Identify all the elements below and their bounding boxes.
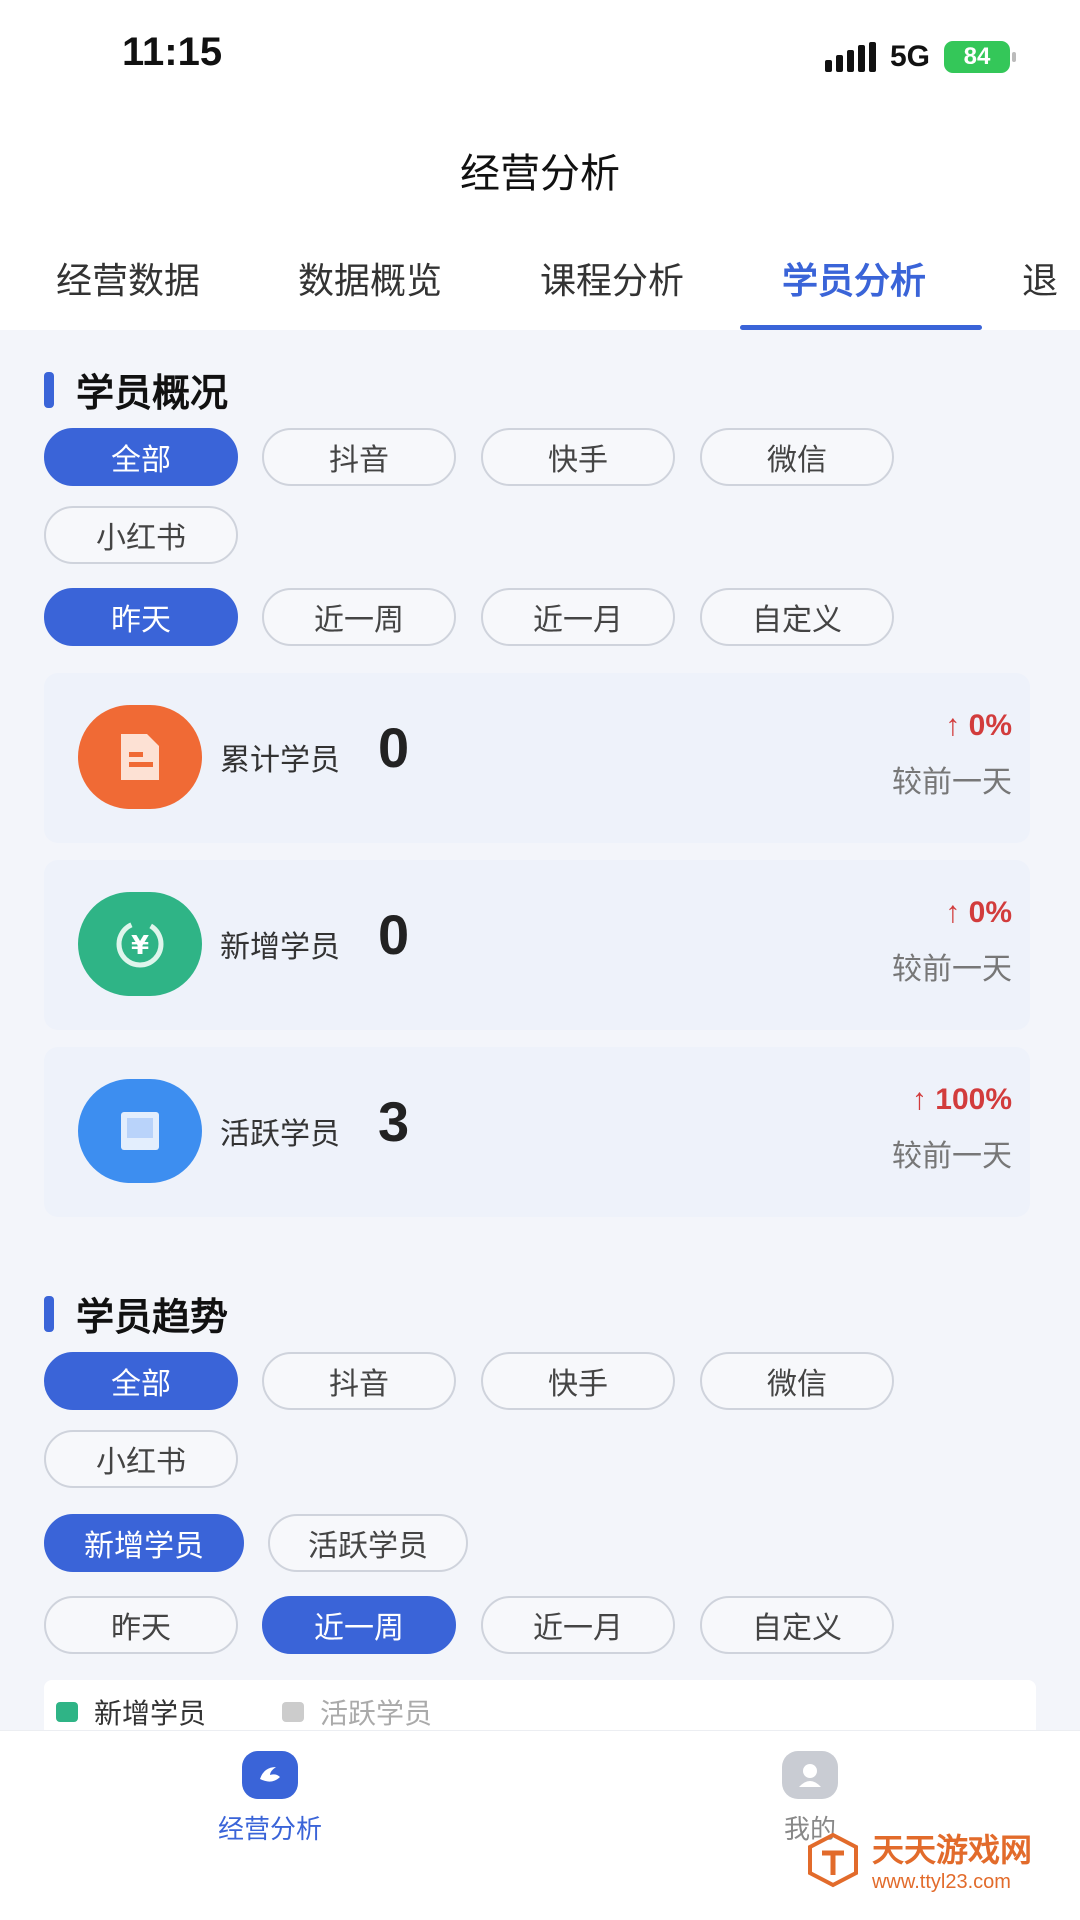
trend-period-yesterday[interactable]: 昨天 (44, 1596, 238, 1654)
status-time: 11:15 (122, 30, 223, 74)
stat-change: ↑ 0% (945, 709, 1012, 742)
document-icon (78, 705, 202, 809)
legend-item-new[interactable]: 新增学员 (56, 1692, 206, 1732)
watermark-logo-icon (807, 1832, 858, 1887)
svg-text:¥: ¥ (131, 931, 149, 961)
stat-label: 新增学员 (220, 930, 340, 965)
page-title: 经营分析 (460, 151, 620, 197)
signal-icon (824, 42, 876, 72)
stat-change-value: 0% (968, 709, 1012, 742)
section-title-overview: 学员概况 (44, 362, 228, 417)
legend-swatch (282, 1702, 304, 1722)
trend-period-week[interactable]: 近一周 (262, 1596, 456, 1654)
section-title-text: 学员趋势 (76, 1295, 229, 1339)
section-marker (44, 371, 54, 408)
tab-bar: 经营数据 数据概览 课程分析 学员分析 退 (0, 230, 1080, 330)
overview-filter-wechat[interactable]: 微信 (700, 428, 894, 486)
stat-value: 0 (378, 903, 410, 966)
overview-period-yesterday[interactable]: 昨天 (44, 588, 238, 646)
overview-filter-xiaohongshu[interactable]: 小红书 (44, 506, 238, 564)
battery-level: 84 (963, 43, 991, 70)
tab-student-analysis[interactable]: 学员分析 (782, 252, 926, 304)
trend-filter-xiaohongshu[interactable]: 小红书 (44, 1430, 238, 1488)
book-icon (78, 1079, 202, 1183)
overview-period-month[interactable]: 近一月 (481, 588, 675, 646)
network-type: 5G (889, 40, 930, 73)
analysis-icon (242, 1751, 298, 1799)
stat-card-new-students: ¥ 新增学员 0 ↑ 0% 较前一天 (44, 860, 1030, 1030)
stat-label: 活跃学员 (220, 1117, 340, 1152)
trend-metric-new[interactable]: 新增学员 (44, 1514, 244, 1572)
trend-period-month[interactable]: 近一月 (481, 1596, 675, 1654)
tab-course-analysis[interactable]: 课程分析 (540, 252, 684, 304)
battery-icon: 84 (944, 41, 1016, 73)
overview-filter-all[interactable]: 全部 (44, 428, 238, 486)
section-marker (44, 1295, 54, 1332)
legend-item-active[interactable]: 活跃学员 (282, 1692, 432, 1732)
overview-period-custom[interactable]: 自定义 (700, 588, 894, 646)
overview-period-week[interactable]: 近一周 (262, 588, 456, 646)
stat-change: ↑ 100% (911, 1083, 1012, 1116)
stat-compare: 较前一天 (892, 1139, 1012, 1174)
watermark-url: www.ttyl23.com (871, 1871, 1011, 1893)
tab-business-data[interactable]: 经营数据 (56, 252, 200, 304)
yuan-refresh-icon: ¥ (78, 892, 202, 996)
section-title-trend: 学员趋势 (44, 1286, 228, 1341)
legend-label: 新增学员 (94, 1697, 207, 1730)
watermark: 天天游戏网 www.ttyl23.com (804, 1825, 1032, 1894)
stat-label: 累计学员 (220, 743, 340, 778)
stat-value: 3 (378, 1090, 410, 1153)
stat-compare: 较前一天 (892, 765, 1012, 800)
watermark-name: 天天游戏网 (871, 1831, 1032, 1869)
tab-data-overview[interactable]: 数据概览 (298, 252, 442, 304)
app-header: 经营分析 (0, 110, 1080, 230)
stat-value: 0 (378, 716, 410, 779)
trend-metric-active[interactable]: 活跃学员 (268, 1514, 468, 1572)
stat-change: ↑ 0% (945, 896, 1012, 929)
trend-filter-kuaishou[interactable]: 快手 (481, 1352, 675, 1410)
profile-icon (782, 1751, 838, 1799)
trend-filter-wechat[interactable]: 微信 (700, 1352, 894, 1410)
overview-filter-kuaishou[interactable]: 快手 (481, 428, 675, 486)
stat-card-total-students: 累计学员 0 ↑ 0% 较前一天 (44, 673, 1030, 843)
stat-change-value: 100% (935, 1083, 1012, 1116)
legend-swatch (56, 1702, 78, 1722)
tab-refund[interactable]: 退 (1022, 252, 1058, 304)
section-title-text: 学员概况 (76, 371, 229, 415)
status-bar: 11:15 5G 84 (0, 0, 1080, 110)
status-icons: 5G 84 (824, 40, 1016, 74)
stat-card-active-students: 活跃学员 3 ↑ 100% 较前一天 (44, 1047, 1030, 1217)
watermark-text: 天天游戏网 www.ttyl23.com (872, 1825, 1032, 1894)
stat-compare: 较前一天 (892, 952, 1012, 987)
legend-label: 活跃学员 (320, 1697, 433, 1730)
overview-filter-douyin[interactable]: 抖音 (262, 428, 456, 486)
trend-filter-all[interactable]: 全部 (44, 1352, 238, 1410)
tab-active-indicator (740, 325, 982, 330)
trend-period-custom[interactable]: 自定义 (700, 1596, 894, 1654)
trend-filter-douyin[interactable]: 抖音 (262, 1352, 456, 1410)
stat-change-value: 0% (968, 896, 1012, 929)
nav-item-analysis[interactable]: 经营分析 (170, 1751, 370, 1846)
nav-label: 经营分析 (217, 1815, 322, 1845)
